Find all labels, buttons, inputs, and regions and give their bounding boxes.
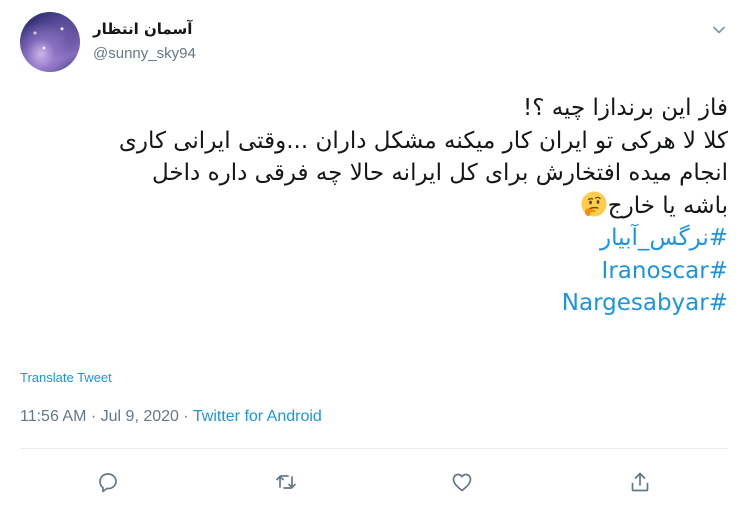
display-name[interactable]: آسمان انتظار	[93, 20, 192, 38]
meta-separator: ·	[183, 408, 189, 425]
translate-tweet-link[interactable]: Translate Tweet	[20, 370, 112, 385]
avatar[interactable]	[20, 12, 80, 72]
user-handle[interactable]: @sunny_sky94	[93, 45, 196, 62]
thinking-face-emoji	[581, 191, 607, 216]
tweet-line: انجام میده افتخارش برای کل ایرانه حالا چ…	[152, 160, 728, 186]
hashtag-link[interactable]: #Iranoscar	[16, 255, 728, 288]
divider	[20, 448, 728, 449]
tweet-line: باشه یا خارج	[607, 192, 728, 219]
tweet-text: فاز این برندازا چیه ؟! کلا لا هرکی تو ای…	[16, 92, 728, 320]
tweet-time[interactable]: 11:56 AM	[20, 408, 86, 425]
hashtag-link[interactable]: #Nargesabyar	[16, 287, 728, 320]
retweet-icon[interactable]	[274, 470, 298, 494]
like-icon[interactable]	[450, 470, 474, 494]
chevron-down-icon[interactable]	[711, 22, 727, 38]
tweet-metadata: 11:56 AM · Jul 9, 2020 · Twitter for And…	[20, 408, 322, 426]
tweet-date[interactable]: Jul 9, 2020	[101, 408, 179, 425]
tweet-line: فاز این برندازا چیه ؟!	[522, 95, 728, 121]
share-icon[interactable]	[628, 470, 652, 494]
tweet-line-with-emoji: باشه یا خارج	[16, 190, 728, 223]
meta-separator: ·	[90, 408, 97, 425]
tweet-line: کلا لا هرکی تو ایران کار میکنه مشکل دارا…	[118, 127, 728, 154]
reply-icon[interactable]	[96, 470, 120, 494]
hashtag-link[interactable]: #نرگس_آبیار	[16, 222, 728, 255]
tweet-source-link[interactable]: Twitter for Android	[193, 408, 322, 425]
